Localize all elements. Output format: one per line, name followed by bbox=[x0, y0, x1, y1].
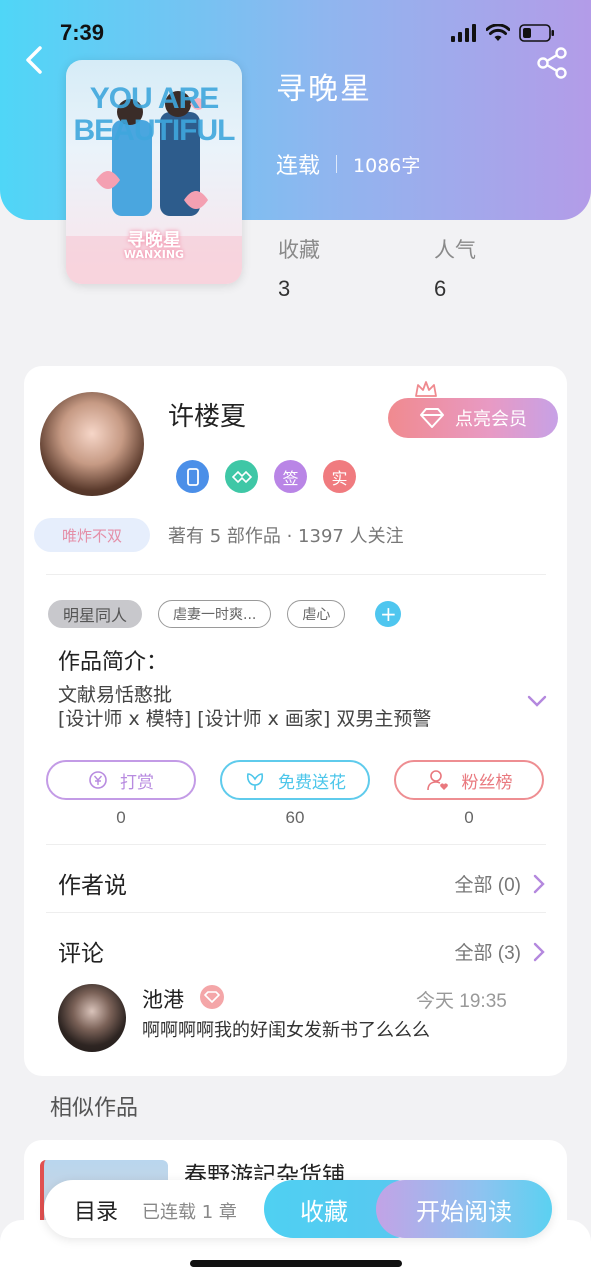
intro-line: [设计师 x 模特] [设计师 x 画家] 双男主预警 bbox=[58, 708, 432, 730]
book-status: 连载 bbox=[276, 154, 321, 179]
status-icons bbox=[451, 24, 555, 42]
link-label: 全部 (3) bbox=[454, 943, 521, 964]
add-tag-icon[interactable]: + bbox=[375, 601, 402, 627]
vip-label: 点亮会员 bbox=[455, 409, 527, 430]
comment-time: 今天 19:35 bbox=[416, 991, 507, 1012]
similar-works-title: 相似作品 bbox=[50, 1096, 139, 1121]
book-word-count: 1086字 bbox=[353, 154, 421, 177]
commenter-avatar[interactable] bbox=[58, 984, 126, 1052]
tag-list: 明星同人 虐妻一时爽... 虐心 + bbox=[48, 600, 402, 628]
fan-count: 0 bbox=[464, 808, 474, 827]
chevron-down-icon[interactable] bbox=[526, 694, 548, 708]
bottom-action-bar: 目录 已连载 1 章 收藏 开始阅读 bbox=[44, 1180, 552, 1238]
stat-label: 收藏 bbox=[278, 238, 320, 262]
author-stats: 著有 5 部作品 · 1397 人关注 bbox=[168, 526, 404, 547]
divider bbox=[46, 844, 546, 845]
action-label: 粉丝榜 bbox=[461, 772, 513, 793]
send-flower-button[interactable]: 免费送花 bbox=[220, 760, 370, 800]
tag-item[interactable]: 虐妻一时爽... bbox=[158, 600, 272, 628]
stat-label: 人气 bbox=[434, 238, 476, 262]
diamond-icon bbox=[420, 408, 444, 428]
start-reading-button[interactable]: 开始阅读 bbox=[376, 1180, 552, 1238]
cover-text-line1: YOU ARE bbox=[89, 82, 220, 115]
author-card: 许楼夏 点亮会员 签 实 唯炸不双 著有 5 部作品 · 1397 人关注 明星… bbox=[24, 366, 567, 1076]
user-heart-icon bbox=[426, 770, 448, 791]
book-title: 寻晚星 bbox=[276, 72, 372, 107]
divider bbox=[46, 574, 546, 575]
author-says-all-link[interactable]: 全部 (0) bbox=[454, 870, 545, 897]
author-says-title: 作者说 bbox=[58, 873, 127, 899]
author-tagline: 唯炸不双 bbox=[34, 518, 150, 552]
divider bbox=[46, 912, 546, 913]
author-avatar[interactable] bbox=[40, 392, 144, 496]
chapter-count: 已连载 1 章 bbox=[142, 1202, 237, 1223]
stat-favorites: 收藏 3 bbox=[278, 234, 320, 302]
reward-count: 0 bbox=[116, 808, 126, 827]
intro-label: 作品简介： bbox=[58, 650, 169, 675]
reward-button[interactable]: 打赏 bbox=[46, 760, 196, 800]
signed-badge[interactable]: 签 bbox=[274, 460, 307, 493]
share-icon[interactable] bbox=[535, 46, 569, 80]
author-name[interactable]: 许楼夏 bbox=[168, 396, 246, 433]
stat-value: 3 bbox=[278, 276, 291, 301]
cover-text-line2: BEAUTIFUL bbox=[73, 114, 236, 147]
comments-all-link[interactable]: 全部 (3) bbox=[454, 938, 545, 965]
commenter-name[interactable]: 池港 bbox=[142, 984, 184, 1014]
favorite-label: 收藏 bbox=[300, 1197, 348, 1226]
meta-divider bbox=[336, 155, 338, 173]
vip-diamond-icon bbox=[200, 985, 224, 1009]
fan-rank-button[interactable]: 粉丝榜 bbox=[394, 760, 544, 800]
flower-count: 60 bbox=[285, 808, 305, 827]
back-icon[interactable] bbox=[20, 44, 50, 76]
tag-item[interactable]: 明星同人 bbox=[48, 600, 143, 628]
coin-icon bbox=[89, 771, 107, 789]
signal-icon bbox=[451, 24, 476, 42]
action-row: 打赏 免费送花 粉丝榜 bbox=[46, 760, 546, 800]
chevron-right-icon bbox=[533, 942, 545, 961]
handshake-badge-icon[interactable] bbox=[225, 460, 258, 493]
cover-subtitle: WANXING bbox=[123, 248, 185, 261]
action-label: 打赏 bbox=[120, 772, 154, 793]
vip-button[interactable]: 点亮会员 bbox=[388, 398, 558, 438]
comments-title: 评论 bbox=[58, 941, 104, 967]
book-cover[interactable]: YOU ARE BEAUTIFUL 寻晚星 WANXING bbox=[66, 60, 242, 284]
stat-value: 6 bbox=[434, 276, 447, 301]
action-label: 免费送花 bbox=[278, 772, 346, 793]
chevron-right-icon bbox=[533, 874, 545, 893]
crown-icon bbox=[415, 381, 437, 397]
home-indicator bbox=[190, 1260, 402, 1267]
battery-icon bbox=[519, 24, 554, 42]
wifi-icon bbox=[486, 24, 510, 41]
status-time: 7:39 bbox=[60, 20, 105, 45]
status-bar: 7:39 bbox=[0, 18, 591, 52]
verified-badge[interactable]: 实 bbox=[323, 460, 356, 493]
tag-item[interactable]: 虐心 bbox=[287, 600, 346, 628]
phone-badge-icon[interactable] bbox=[176, 460, 209, 493]
start-reading-label: 开始阅读 bbox=[416, 1197, 512, 1226]
author-badges: 签 实 bbox=[176, 460, 356, 493]
link-label: 全部 (0) bbox=[454, 875, 521, 896]
stat-popularity: 人气 6 bbox=[434, 234, 476, 302]
book-meta: 连载 1086字 bbox=[276, 148, 420, 180]
toc-button[interactable]: 目录 bbox=[74, 1194, 118, 1226]
comment-text: 啊啊啊啊我的好闺女发新书了么么么 bbox=[142, 1020, 430, 1041]
intro-line: 文献易恬憨批 bbox=[58, 684, 173, 706]
flower-icon bbox=[246, 773, 264, 790]
